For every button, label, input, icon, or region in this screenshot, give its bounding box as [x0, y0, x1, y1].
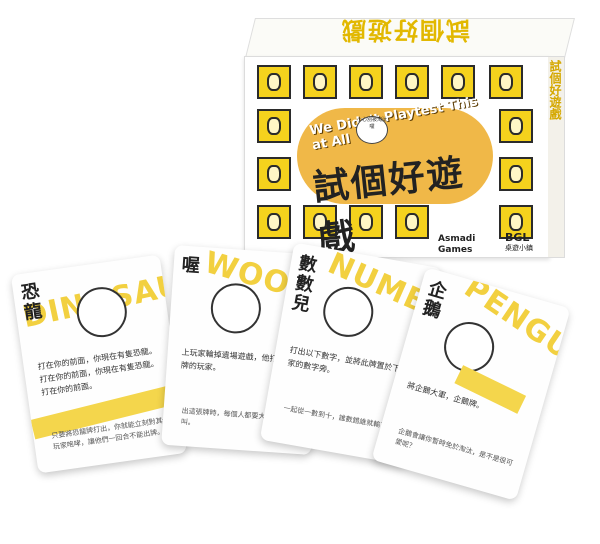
card-name: 喔 [181, 254, 201, 277]
icon-tile-sign [257, 65, 291, 99]
card-name: 企鵝 [420, 278, 449, 323]
bgl-logo: BGL 桌遊小鎮 [505, 232, 539, 256]
box-side-title: 試個好遊戲 [548, 60, 562, 120]
icon-tile-mushroom [441, 65, 475, 99]
publisher-logo: Asmadi Games [438, 234, 476, 255]
icon-tile-hand [257, 109, 291, 143]
icon-tile-bomb [489, 65, 523, 99]
icon-tile-hat [499, 157, 533, 191]
icon-tile-card [395, 65, 429, 99]
card-name: 數數兒 [290, 252, 319, 316]
card-name: 恐龍 [19, 280, 44, 324]
icon-tile-ball [499, 109, 533, 143]
box-top-title: 試個好遊戲 [340, 16, 470, 44]
icon-tile-baby [257, 205, 291, 239]
card-flavor-text: 企鵝會讓你暫時免於淘汰，是不是很可愛呢？ [394, 426, 514, 468]
icon-tile-people [303, 65, 337, 99]
icon-tile-cup [349, 65, 383, 99]
bgl-logo-sub: 桌遊小鎮 [505, 244, 533, 252]
icon-tile-cat [395, 205, 429, 239]
bgl-logo-text: BGL [505, 231, 530, 244]
icon-tile-dinosaur [257, 157, 291, 191]
speech-bubble: 小心別被淘汰囉 [356, 116, 388, 144]
product-photo: 試個好遊戲 試個好遊戲 We Didn't Playtest This at A… [0, 0, 600, 544]
card-dinosaur: DINOSAUR 恐龍 打在你的前面，你現在有隻恐龍。打在你的前面，你現在有隻恐… [10, 254, 188, 474]
